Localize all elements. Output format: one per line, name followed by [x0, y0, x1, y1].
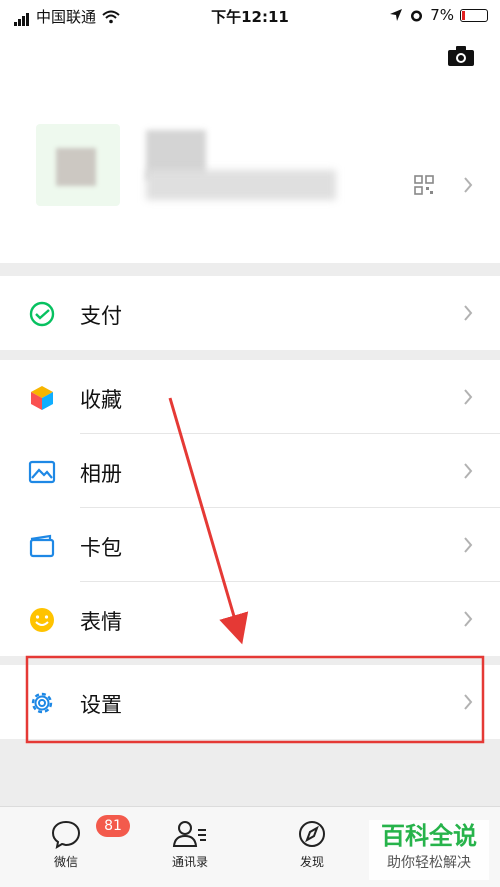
profile-card[interactable] — [0, 30, 500, 263]
smiley-icon — [30, 608, 54, 632]
chevron-right-icon — [464, 537, 473, 553]
wechat-id-blurred — [146, 170, 336, 200]
menu-label-pay: 支付 — [80, 304, 122, 328]
menu-item-album[interactable]: 相册 — [0, 434, 500, 508]
gear-icon — [31, 692, 53, 714]
menu-item-cards[interactable]: 卡包 — [0, 508, 500, 582]
tab-label-chats: 微信 — [53, 855, 78, 869]
tab-label-contacts: 通讯录 — [171, 855, 208, 869]
menu-item-favorites[interactable]: 收藏 — [0, 360, 500, 434]
chevron-right-icon — [464, 463, 473, 479]
tab-contacts[interactable]: 通讯录 — [140, 819, 240, 870]
camera-icon[interactable] — [448, 46, 474, 66]
favorites-cube-icon — [31, 386, 53, 410]
chevron-right-icon — [464, 389, 473, 405]
watermark-logo: 百科全说 助你轻松解决 — [369, 820, 489, 880]
battery-label: 7% — [430, 6, 454, 24]
section-pay: 支付 — [0, 276, 500, 350]
contacts-icon — [172, 821, 206, 847]
chevron-right-icon — [464, 305, 473, 321]
menu-item-pay[interactable]: 支付 — [0, 276, 500, 350]
location-icon — [390, 9, 403, 21]
image-icon — [28, 460, 56, 484]
watermark-title: 百科全说 — [381, 822, 477, 850]
menu-label-cards: 卡包 — [80, 536, 122, 560]
watermark-subtitle: 助你轻松解决 — [387, 855, 471, 871]
chevron-right-icon — [464, 177, 473, 193]
menu-item-settings[interactable]: 设置 — [0, 665, 500, 739]
battery-icon — [460, 8, 488, 22]
status-bar: 中国联通 下午12:11 7% — [0, 0, 500, 30]
tab-chats[interactable]: 微信 81 — [16, 815, 130, 870]
section-main: 收藏 相册 卡包 表情 — [0, 360, 500, 656]
card-wallet-icon — [29, 534, 55, 558]
menu-label-album: 相册 — [80, 462, 122, 486]
menu-label-favorites: 收藏 — [80, 388, 122, 412]
chat-bubble-icon — [51, 820, 81, 849]
menu-item-stickers[interactable]: 表情 — [0, 582, 500, 656]
avatar[interactable] — [36, 124, 120, 206]
tab-label-discover: 发现 — [299, 855, 324, 869]
menu-label-stickers: 表情 — [80, 610, 122, 634]
compass-icon — [299, 821, 325, 847]
menu-label-settings: 设置 — [80, 693, 122, 717]
section-settings: 设置 — [0, 665, 500, 739]
tab-discover[interactable]: 发现 — [262, 819, 362, 870]
wallet-check-icon — [29, 301, 55, 327]
qr-code-icon[interactable] — [414, 175, 434, 195]
chevron-right-icon — [464, 611, 473, 627]
unread-badge: 81 — [96, 815, 130, 837]
chevron-right-icon — [464, 694, 473, 710]
alarm-icon — [411, 10, 423, 21]
